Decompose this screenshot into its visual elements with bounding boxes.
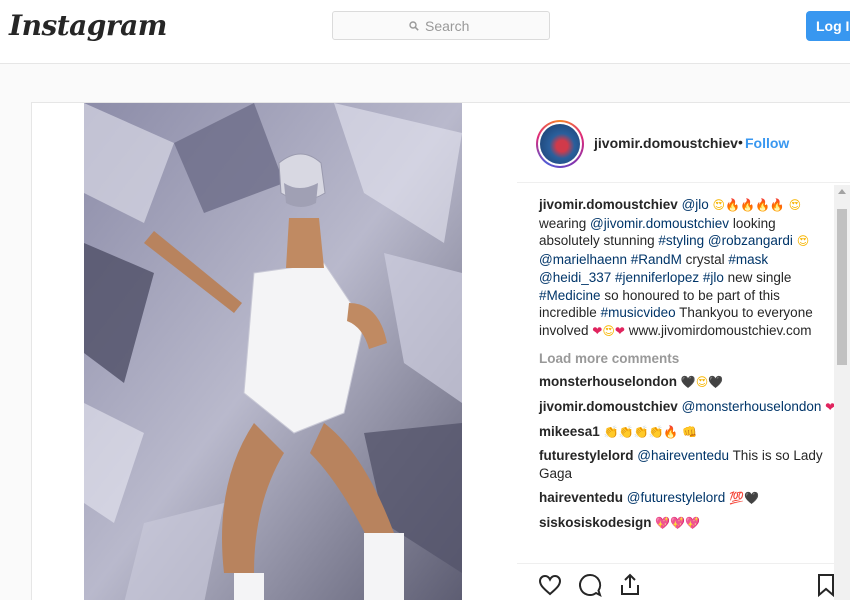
comment-item: haireventedu @futurestylelord 💯🖤 xyxy=(539,489,839,508)
post-caption: jivomir.domoustchiev @jlo 😍🔥🔥🔥🔥 😍 wearin… xyxy=(539,196,839,341)
fist-emoji: 👊 xyxy=(682,424,698,439)
post-username[interactable]: jivomir.domoustchiev xyxy=(594,135,738,151)
hashtag-musicvideo[interactable]: #musicvideo xyxy=(601,305,676,320)
comment-username[interactable]: futurestylelord xyxy=(539,448,634,463)
caption-website[interactable]: www.jivomirdomoustchiev.com xyxy=(629,323,812,338)
comment-item: jivomir.domoustchiev @monsterhouselondon… xyxy=(539,398,839,417)
separator-dot: • xyxy=(738,134,743,150)
comment-item: siskosiskodesign 💖💖💖 xyxy=(539,514,839,533)
comment-username[interactable]: siskosiskodesign xyxy=(539,515,652,530)
comment-username[interactable]: haireventedu xyxy=(539,490,623,505)
photo-illustration xyxy=(84,103,462,600)
heart-icon xyxy=(538,574,562,596)
heart-eyes-emoji: 😍 xyxy=(788,198,802,212)
fire-emoji: 🔥 xyxy=(769,198,785,212)
search-input[interactable] xyxy=(425,17,473,34)
caption-text: crystal xyxy=(685,252,725,268)
hashtag-styling[interactable]: #styling xyxy=(658,233,704,248)
red-heart-emoji: ❤ xyxy=(614,323,625,338)
post-header: jivomir.domoustchiev • Follow xyxy=(517,103,850,183)
avatar[interactable] xyxy=(536,120,584,168)
caption-text: new single xyxy=(727,269,792,285)
instagram-logo[interactable]: Instagram xyxy=(9,9,167,42)
clap-emoji: 👏 xyxy=(633,424,649,439)
comment-mention[interactable]: @haireventedu xyxy=(637,448,729,463)
mention-robzangardi[interactable]: @robzangardi xyxy=(708,233,793,248)
heart-eyes-emoji: 😍 xyxy=(796,234,810,249)
scrollbar-thumb[interactable] xyxy=(837,209,847,365)
load-more-comments[interactable]: Load more comments xyxy=(539,350,839,368)
share-button[interactable] xyxy=(617,572,643,598)
sparkle-heart-emoji: 💖 xyxy=(655,515,671,530)
clap-emoji: 👏 xyxy=(618,424,634,439)
search-box[interactable] xyxy=(332,11,550,40)
hundred-emoji: 💯 xyxy=(729,490,745,505)
hashtag-jlo[interactable]: #jlo xyxy=(703,270,724,285)
share-icon xyxy=(621,573,639,595)
fire-emoji: 🔥 xyxy=(740,198,755,212)
black-heart-emoji: 🖤 xyxy=(680,375,696,390)
post-card: jivomir.domoustchiev • Follow jivomir.do… xyxy=(31,102,850,600)
mention-self[interactable]: @jivomir.domoustchiev xyxy=(590,216,729,231)
comment-username[interactable]: jivomir.domoustchiev xyxy=(539,399,678,414)
hashtag-medicine[interactable]: #Medicine xyxy=(539,288,601,303)
caption-text: wearing xyxy=(539,215,587,231)
sparkle-heart-emoji: 💖 xyxy=(685,515,701,530)
hashtag-jenniferlopez[interactable]: #jenniferlopez xyxy=(615,270,699,285)
comment-button[interactable] xyxy=(577,572,603,598)
red-heart-emoji: ❤ xyxy=(592,323,603,338)
comment-username[interactable]: mikeesa1 xyxy=(539,424,600,439)
fire-emoji: 🔥 xyxy=(663,424,679,439)
comment-item: monsterhouselondon 🖤😍🖤 xyxy=(539,373,839,392)
top-bar: Instagram Log In xyxy=(0,0,850,64)
post-sidebar: jivomir.domoustchiev • Follow jivomir.do… xyxy=(517,103,850,600)
comments-scrollbar[interactable] xyxy=(834,185,850,600)
action-bar xyxy=(517,563,847,600)
follow-button[interactable]: Follow xyxy=(745,135,789,151)
hashtag-randm[interactable]: #RandM xyxy=(631,252,682,267)
clap-emoji: 👏 xyxy=(648,424,664,439)
black-heart-emoji: 🖤 xyxy=(708,375,724,390)
clap-emoji: 👏 xyxy=(603,424,619,439)
black-heart-emoji: 🖤 xyxy=(744,490,759,505)
heart-eyes-emoji: 😍 xyxy=(712,198,726,212)
scroll-up-arrow[interactable] xyxy=(838,189,846,194)
comment-icon xyxy=(579,573,602,597)
comment-mention[interactable]: @monsterhouselondon xyxy=(682,399,822,414)
comment-mention[interactable]: @futurestylelord xyxy=(627,490,726,505)
fire-emoji: 🔥 xyxy=(725,198,741,212)
heart-eyes-emoji: 😍 xyxy=(602,323,615,338)
comment-thread: jivomir.domoustchiev @jlo 😍🔥🔥🔥🔥 😍 wearin… xyxy=(539,196,839,538)
comment-username[interactable]: monsterhouselondon xyxy=(539,374,677,389)
caption-username[interactable]: jivomir.domoustchiev xyxy=(539,197,678,212)
sparkle-heart-emoji: 💖 xyxy=(670,515,686,530)
mention-jlo[interactable]: @jlo xyxy=(682,197,709,212)
mention-heidi[interactable]: @heidi_337 xyxy=(539,270,611,285)
mention-marielhaenn[interactable]: @marielhaenn xyxy=(539,252,627,267)
comment-item: mikeesa1 👏👏👏👏🔥 👊 xyxy=(539,423,839,442)
post-photo[interactable] xyxy=(84,103,462,600)
login-button[interactable]: Log In xyxy=(806,11,850,41)
comment-item: futurestylelord @haireventedu This is so… xyxy=(539,447,839,482)
heart-eyes-emoji: 😍 xyxy=(695,375,709,390)
like-button[interactable] xyxy=(537,572,563,598)
hashtag-mask[interactable]: #mask xyxy=(728,252,768,267)
fire-emoji: 🔥 xyxy=(754,198,770,212)
search-icon xyxy=(409,20,419,31)
